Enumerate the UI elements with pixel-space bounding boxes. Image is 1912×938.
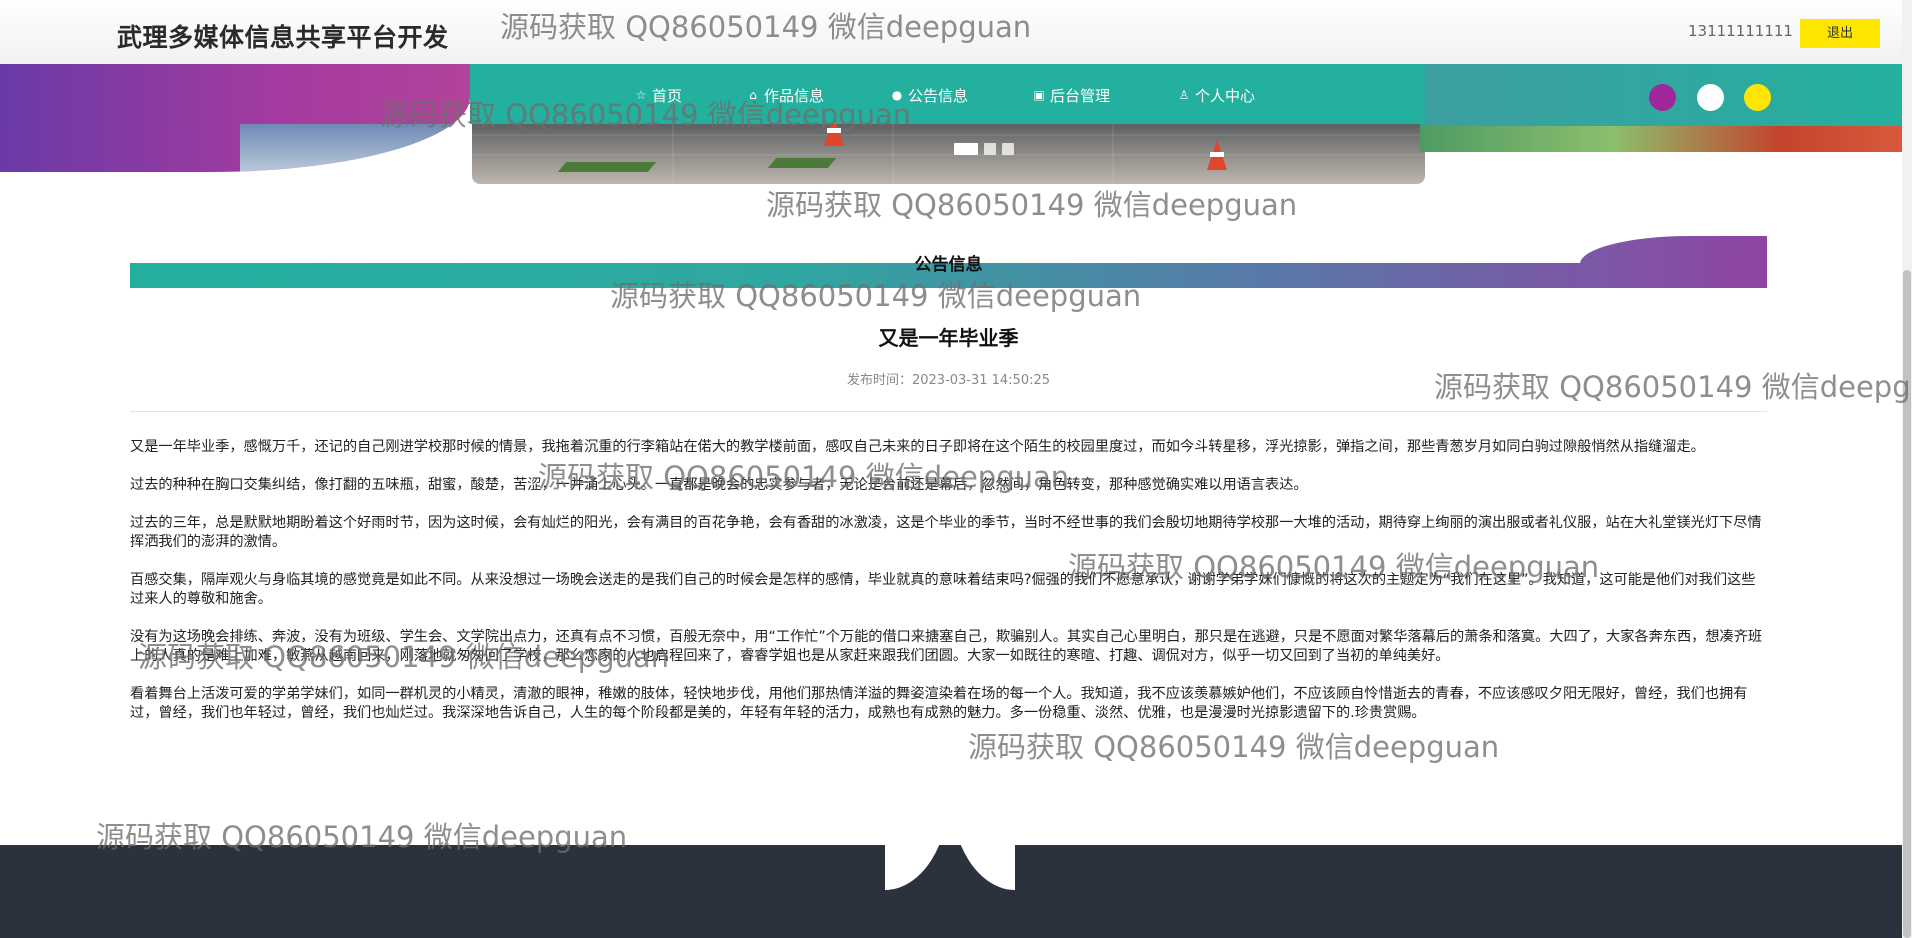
site-title: 武理多媒体信息共享平台开发 <box>117 23 449 52</box>
nav-item-profile[interactable]: ♙ 个人中心 <box>1177 85 1255 105</box>
theme-white-button[interactable] <box>1697 84 1724 111</box>
watermark: 源码获取 QQ86050149 微信deepguan <box>766 188 1298 222</box>
nav-item-notices[interactable]: ● 公告信息 <box>890 85 968 105</box>
article-paragraph: 过去的种种在胸口交集纠结，像打翻的五味瓶，甜蜜，酸楚，苦涩，一并涌上心头。一直都… <box>130 477 1308 493</box>
main-nav: ☆ 首页 ⌂ 作品信息 ● 公告信息 ▣ 后台管理 ♙ 个人中心 <box>470 64 1425 124</box>
briefcase-icon: ▣ <box>1033 88 1045 102</box>
article-paragraph: 又是一年毕业季，感慨万千，还记的自己刚进学校那时候的情景，我拖着沉重的行李箱站在… <box>130 439 1705 455</box>
nav-item-label: 作品信息 <box>764 86 825 105</box>
nav-item-admin[interactable]: ▣ 后台管理 <box>1032 85 1110 105</box>
logout-button[interactable]: 退出 <box>1800 19 1880 48</box>
nav-item-home[interactable]: ☆ 首页 <box>634 85 682 105</box>
article-paragraph: 百感交集，隔岸观火与身临其境的感觉竟是如此不同。从来没想过一场晚会送走的是我们自… <box>130 572 1756 607</box>
footer-notch-decoration <box>885 845 1015 890</box>
section-header: 公告信息 <box>130 236 1767 288</box>
theme-yellow-button[interactable] <box>1744 84 1771 111</box>
nav-item-label: 后台管理 <box>1050 86 1111 105</box>
article-paragraph: 没有为这场晚会排练、奔波，没有为班级、学生会、文学院出点力，还真有点不习惯，百般… <box>130 629 1763 664</box>
article-title: 又是一年毕业季 <box>878 326 1019 350</box>
article-paragraph: 过去的三年，总是默默地期盼着这个好雨时节，因为这时候，会有灿烂的阳光，会有满目的… <box>130 515 1762 550</box>
banner-left-decoration <box>0 64 470 172</box>
article-paragraph: 看着舞台上活泼可爱的学弟学妹们，如同一群机灵的小精灵，清澈的眼神，稚嫩的肢体，轻… <box>130 686 1748 721</box>
carousel-indicators <box>954 143 1014 155</box>
user-phone[interactable]: 13111111111 <box>1688 22 1793 40</box>
user-icon: ♙ <box>1178 88 1190 102</box>
scrollbar-thumb[interactable] <box>1903 270 1911 938</box>
carousel-dot[interactable] <box>984 143 996 155</box>
nav-item-label: 个人中心 <box>1195 86 1256 105</box>
divider <box>130 411 1767 412</box>
nav-item-label: 首页 <box>652 86 683 105</box>
nav-item-label: 公告信息 <box>908 86 969 105</box>
info-icon: ● <box>891 88 903 102</box>
article-body: 又是一年毕业季，感慨万千，还记的自己刚进学校那时候的情景，我拖着沉重的行李箱站在… <box>130 438 1767 742</box>
article-publish-time: 发布时间：2023-03-31 14:50:25 <box>846 373 1051 388</box>
carousel-dot[interactable] <box>1002 143 1014 155</box>
section-title: 公告信息 <box>914 255 983 275</box>
nav-item-works[interactable]: ⌂ 作品信息 <box>746 85 824 105</box>
top-header: 武理多媒体信息共享平台开发 13111111111 退出 <box>0 0 1902 64</box>
star-icon: ☆ <box>635 88 647 102</box>
lock-icon: ⌂ <box>749 88 757 102</box>
carousel-dot[interactable] <box>954 143 978 155</box>
theme-purple-button[interactable] <box>1649 84 1676 111</box>
